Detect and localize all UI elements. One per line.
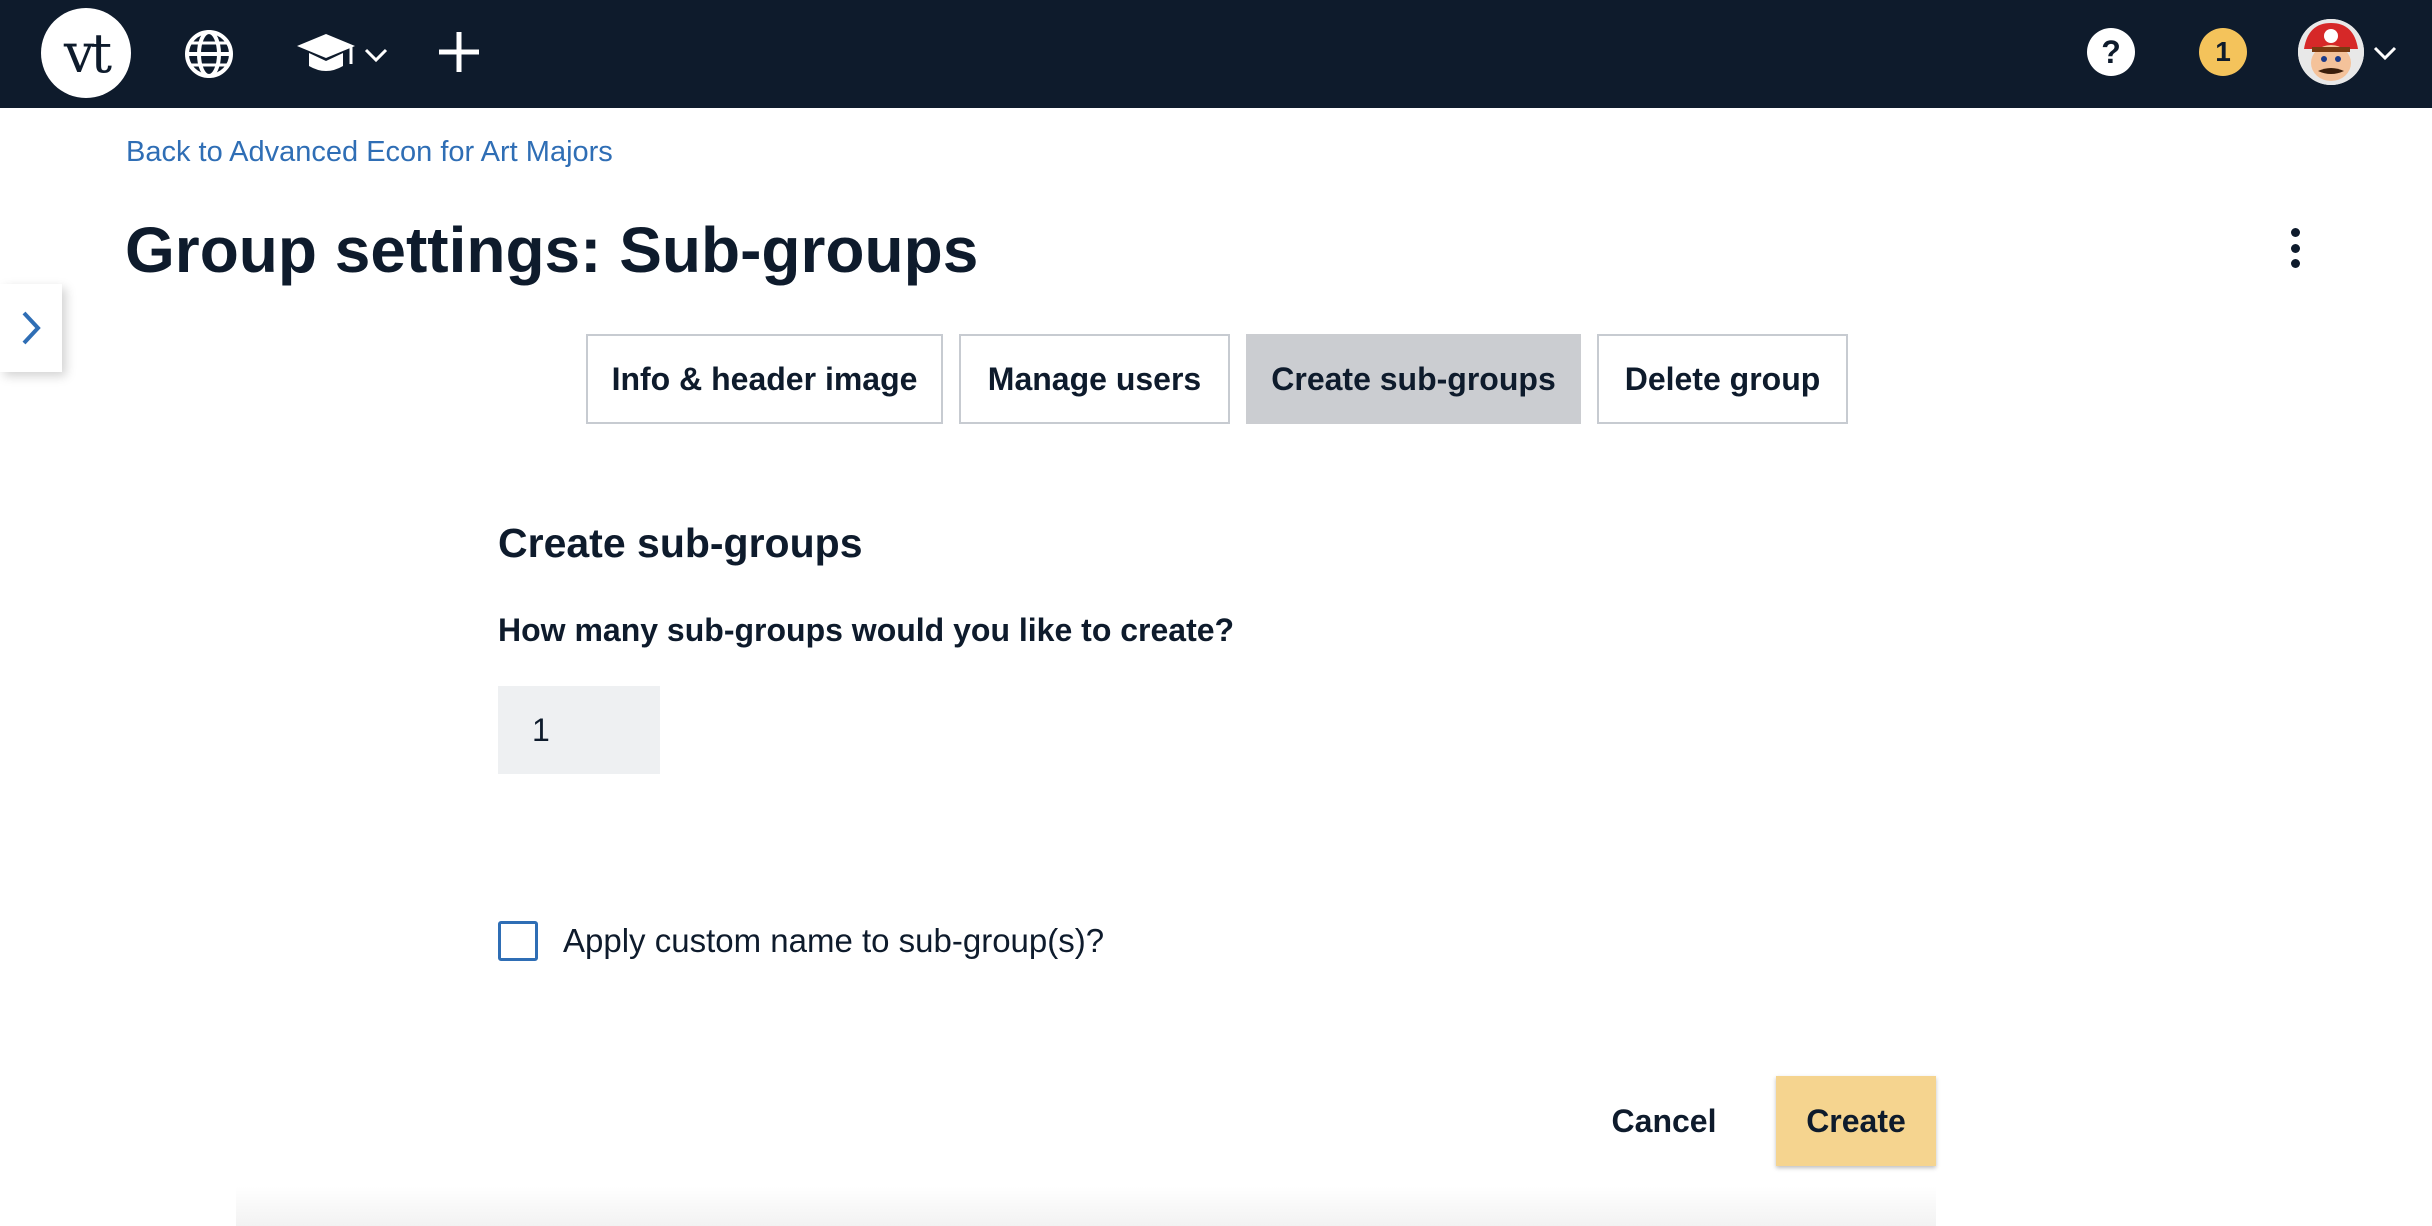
cancel-button[interactable]: Cancel xyxy=(1590,1076,1738,1166)
subgroup-count-input[interactable] xyxy=(498,686,660,774)
logo-text: vt xyxy=(63,21,112,85)
help-icon[interactable]: ? xyxy=(2087,28,2135,76)
avatar-image xyxy=(2298,19,2364,85)
chevron-down-icon[interactable] xyxy=(363,44,389,66)
custom-name-checkbox-label[interactable]: Apply custom name to sub-group(s)? xyxy=(563,922,1104,960)
section-title: Create sub-groups xyxy=(498,520,863,566)
create-button[interactable]: Create xyxy=(1776,1076,1936,1166)
notification-count: 1 xyxy=(2215,36,2231,67)
back-link[interactable]: Back to Advanced Econ for Art Majors xyxy=(126,136,613,169)
subgroup-count-label: How many sub-groups would you like to cr… xyxy=(498,612,1235,648)
tab-delete-group[interactable]: Delete group xyxy=(1597,334,1848,424)
chevron-right-icon xyxy=(22,311,41,345)
top-nav: vt ? 1 xyxy=(0,0,2432,108)
notification-badge[interactable]: 1 xyxy=(2199,28,2247,76)
page-title: Group settings: Sub-groups xyxy=(125,214,979,286)
chevron-down-icon[interactable] xyxy=(2372,42,2398,64)
sidebar-toggle-button[interactable] xyxy=(0,284,62,372)
vt-logo[interactable]: vt xyxy=(41,8,131,98)
globe-icon[interactable] xyxy=(183,28,235,80)
graduation-cap-icon[interactable] xyxy=(295,28,357,80)
tab-create-sub-groups[interactable]: Create sub-groups xyxy=(1246,334,1581,424)
more-options-icon[interactable] xyxy=(2280,228,2310,268)
help-label: ? xyxy=(2101,33,2121,70)
tab-info-header-image[interactable]: Info & header image xyxy=(586,334,943,424)
tab-manage-users[interactable]: Manage users xyxy=(959,334,1230,424)
custom-name-checkbox[interactable] xyxy=(498,921,538,961)
avatar[interactable] xyxy=(2298,19,2364,85)
plus-icon[interactable] xyxy=(433,26,485,78)
footer-shadow xyxy=(236,1186,1936,1226)
